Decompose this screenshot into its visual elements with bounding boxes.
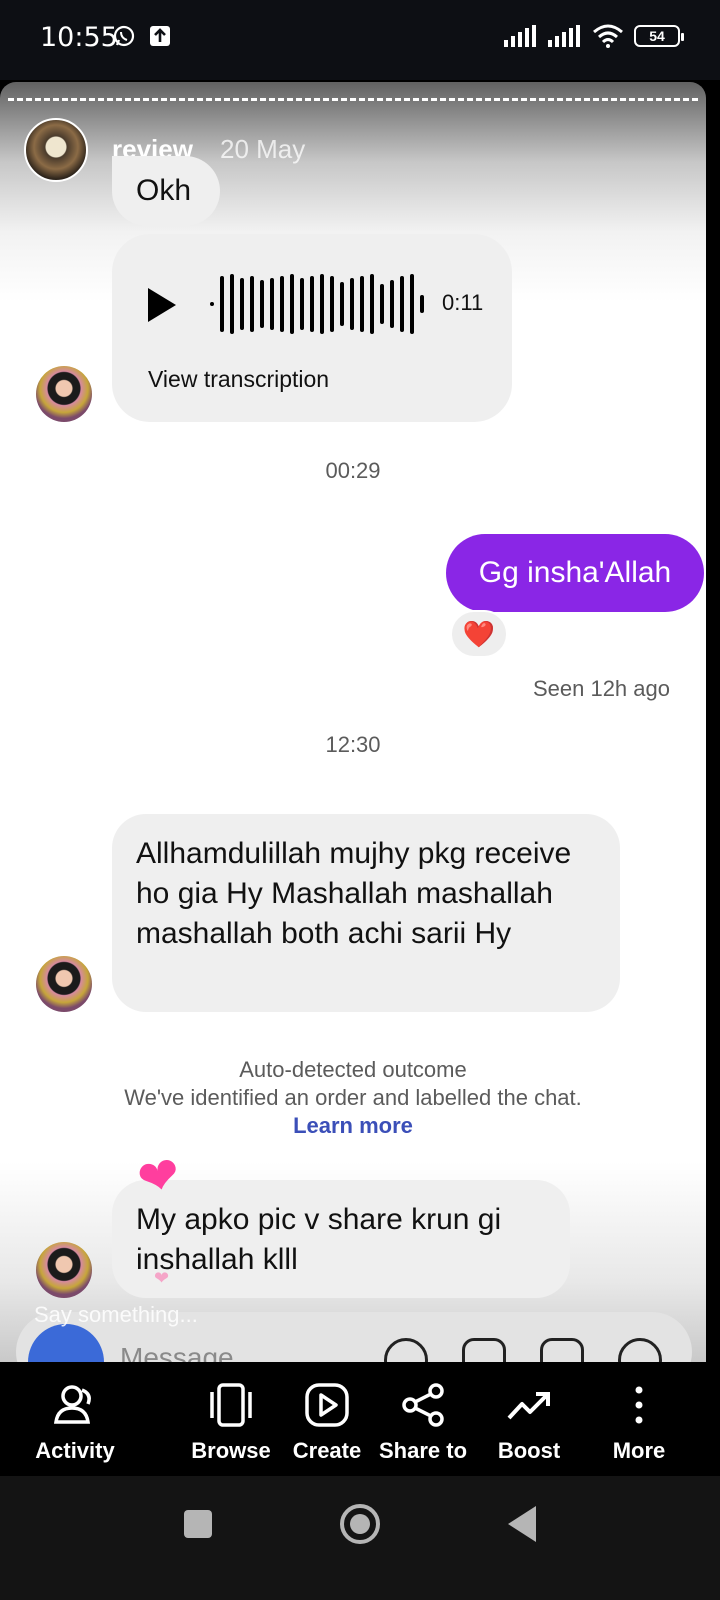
- waveform-bar: [260, 280, 264, 328]
- story-card: review 20 May Okh 0:11 View transcriptio…: [0, 82, 706, 1362]
- camera-icon: [28, 1324, 104, 1362]
- waveform-bar: [210, 302, 214, 306]
- action-label: Activity: [35, 1438, 115, 1463]
- small-heart-icon: ❤: [154, 1268, 170, 1288]
- battery-indicator: 54: [634, 25, 684, 47]
- boost-icon: [507, 1392, 550, 1420]
- share-to-button[interactable]: Share to: [368, 1362, 478, 1464]
- voice-message[interactable]: 0:11 View transcription: [112, 234, 512, 422]
- wifi-icon: [593, 24, 623, 48]
- waveform-bar: [290, 274, 294, 334]
- message-bar-icons: [384, 1338, 662, 1362]
- time-divider: 00:29: [325, 458, 381, 483]
- waveform-bar: [360, 276, 364, 332]
- more-icon: [635, 1386, 643, 1424]
- contact-avatar: [36, 956, 92, 1012]
- waveform-bar: [300, 278, 304, 330]
- waveform-bar: [230, 274, 234, 334]
- home-icon[interactable]: [340, 1504, 380, 1544]
- waveform-bar: [250, 276, 254, 332]
- signal-icon: [504, 25, 536, 47]
- upload-icon: [150, 26, 170, 46]
- message-bubble: Okh: [112, 156, 220, 226]
- message-bubble: Allhamdulillah mujhy pkg receive ho gia …: [112, 814, 620, 1012]
- gallery-icon: [462, 1338, 506, 1362]
- progress-dashes: [8, 98, 698, 101]
- waveform-bar: [380, 284, 384, 324]
- message-placeholder: Message: [120, 1342, 234, 1362]
- status-notification-icons: [112, 24, 172, 48]
- waveform-bar: [270, 278, 274, 330]
- waveform-bar: [390, 280, 394, 328]
- action-label: More: [612, 1438, 666, 1463]
- mic-icon: [384, 1338, 428, 1362]
- waveform-bar: [400, 276, 404, 332]
- sent-message-bubble: Gg insha'Allah: [446, 534, 704, 612]
- learn-more-link[interactable]: Learn more: [0, 1112, 706, 1140]
- status-bar: 10:55 54: [0, 0, 720, 80]
- share-icon: [402, 1383, 444, 1427]
- waveform-bar: [310, 276, 314, 332]
- status-time: 10:55: [40, 22, 118, 53]
- browse-button[interactable]: Browse: [176, 1362, 286, 1464]
- more-button[interactable]: More: [584, 1362, 694, 1464]
- signal-icon-2: [548, 25, 580, 47]
- create-button[interactable]: Create: [272, 1362, 382, 1464]
- waveform-bar: [410, 274, 414, 334]
- story-date: 20 May: [220, 134, 306, 164]
- create-icon: [305, 1383, 349, 1427]
- sticker-icon: [540, 1338, 584, 1362]
- waveform-bar: [370, 274, 374, 334]
- time-divider: 12:30: [325, 732, 381, 757]
- status-system-icons: 54: [504, 24, 684, 48]
- waveform-bar: [330, 276, 334, 332]
- activity-icon: [53, 1385, 91, 1424]
- action-label: Share to: [378, 1438, 468, 1463]
- action-label: Browse: [191, 1438, 271, 1463]
- back-icon[interactable]: [508, 1506, 536, 1542]
- notice-text: We've identified an order and labelled t…: [124, 1085, 582, 1110]
- view-transcription-link[interactable]: View transcription: [148, 366, 329, 393]
- waveform-icon: [210, 274, 424, 334]
- recents-icon[interactable]: [184, 1510, 212, 1538]
- waveform-bar: [320, 274, 324, 334]
- auto-detected-notice: Auto-detected outcome We've identified a…: [0, 1056, 706, 1140]
- waveform-bar: [350, 278, 354, 330]
- browse-icon: [210, 1383, 252, 1427]
- waveform-bar: [340, 282, 344, 326]
- story-avatar[interactable]: [24, 118, 88, 182]
- action-label: Create: [292, 1438, 362, 1463]
- heart-reaction: ❤️: [450, 610, 508, 658]
- system-navigation-bar: [0, 1476, 720, 1600]
- reply-prompt[interactable]: Say something...: [34, 1302, 198, 1328]
- notice-title: Auto-detected outcome: [239, 1057, 467, 1082]
- waveform-bar: [420, 295, 424, 313]
- contact-avatar: [36, 1242, 92, 1298]
- play-icon[interactable]: [148, 288, 176, 322]
- story-action-bar: Activity Browse Create Share to Boost Mo…: [0, 1362, 720, 1476]
- activity-button[interactable]: Activity: [20, 1362, 130, 1464]
- waveform-bar: [220, 276, 224, 332]
- seen-status: Seen 12h ago: [532, 676, 670, 701]
- boost-button[interactable]: Boost: [474, 1362, 584, 1464]
- whatsapp-icon: [113, 25, 135, 47]
- action-label: Boost: [497, 1438, 561, 1463]
- contact-avatar: [36, 366, 92, 422]
- voice-duration: 0:11: [442, 290, 484, 315]
- add-icon: [618, 1338, 662, 1362]
- waveform-bar: [240, 278, 244, 330]
- waveform-bar: [280, 276, 284, 332]
